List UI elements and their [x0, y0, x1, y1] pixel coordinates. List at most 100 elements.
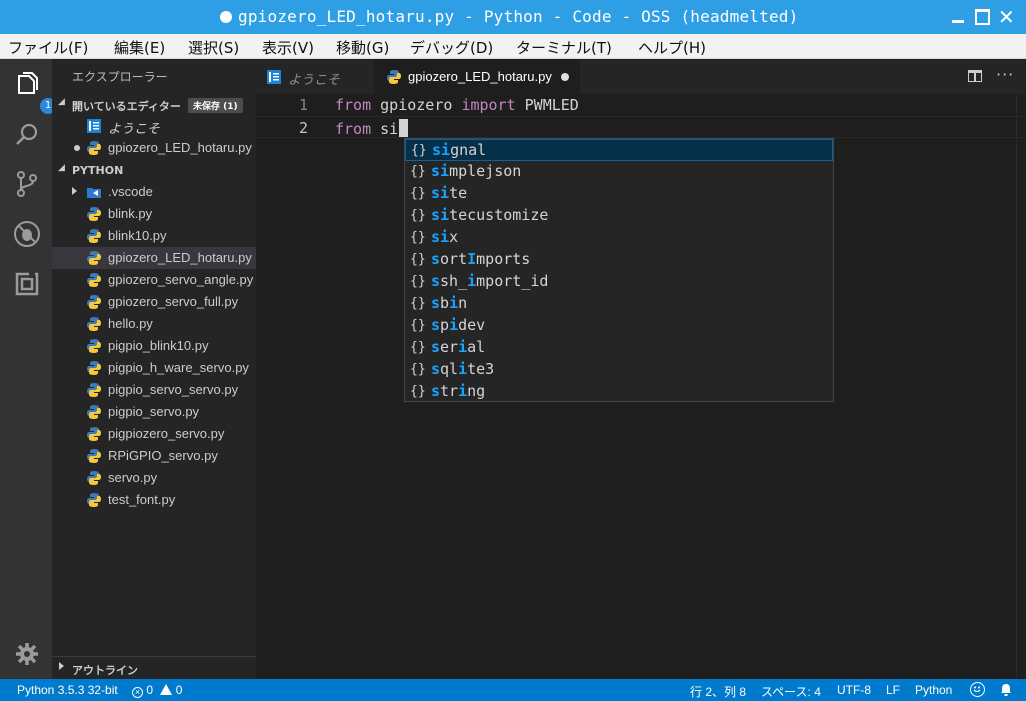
tree-item-label: gpiozero_LED_hotaru.py [108, 250, 252, 265]
tree-item-file[interactable]: hello.py [52, 313, 256, 335]
python-interpreter[interactable]: Python 3.5.3 32-bit [17, 683, 118, 697]
tree-item-label: servo.py [108, 470, 158, 485]
tree-item-file[interactable]: RPiGPIO_servo.py [52, 445, 256, 467]
suggestion-label: six [431, 228, 459, 246]
menu-edit[interactable]: 編集(E) [114, 37, 165, 58]
autocomplete-popup: {} signal {} simplejson {} site {} sitecustomiz… [404, 138, 834, 402]
welcome-icon [266, 69, 282, 85]
tree-item-file[interactable]: pigpiozero_servo.py [52, 423, 256, 445]
open-editors-header[interactable]: ◢ 開いているエディター 未保存 (1) [52, 94, 256, 116]
tree-item-file[interactable]: blink.py [52, 203, 256, 225]
maximize-button[interactable] [974, 8, 992, 26]
indentation[interactable]: スペース: 4 [761, 683, 821, 700]
suggestion-label: sbin [431, 294, 468, 312]
suggestion-item[interactable]: {} six [405, 227, 833, 249]
menu-file[interactable]: ファイル(F) [8, 37, 88, 58]
suggestion-label: serial [431, 338, 486, 356]
suggestion-item[interactable]: {} serial [405, 337, 833, 359]
cursor-position[interactable]: 行 2、列 8 [690, 683, 746, 700]
extensions-icon[interactable] [13, 270, 41, 298]
settings-gear-icon[interactable] [13, 640, 41, 668]
encoding[interactable]: UTF-8 [837, 683, 871, 697]
open-editor-hotaru[interactable]: gpiozero_LED_hotaru.py [52, 137, 256, 159]
suggestion-item[interactable]: {} signal [405, 139, 833, 161]
menu-selection[interactable]: 選択(S) [188, 37, 239, 58]
welcome-icon [86, 118, 102, 134]
tree-item-file[interactable]: pigpio_blink10.py [52, 335, 256, 357]
split-editor-icon[interactable] [968, 70, 982, 82]
python-file-icon [386, 69, 402, 85]
tree-item-vscode[interactable]: .vscode [52, 181, 256, 203]
tree-item-file[interactable]: gpiozero_LED_hotaru.py [52, 247, 256, 269]
open-editor-label: ようこそ [108, 121, 161, 136]
minimize-button[interactable] [950, 8, 968, 26]
module-icon: {} [410, 362, 426, 377]
editor-scrollbar[interactable] [1016, 94, 1026, 679]
module-icon: {} [410, 164, 426, 179]
tree-item-file[interactable]: gpiozero_servo_angle.py [52, 269, 256, 291]
more-actions-icon[interactable]: ··· [996, 65, 1014, 84]
suggestion-item[interactable]: {} site [405, 183, 833, 205]
suggestion-item[interactable]: {} ssh_import_id [405, 271, 833, 293]
suggestion-item[interactable]: {} sbin [405, 293, 833, 315]
title-bar: gpiozero_LED_hotaru.py - Python - Code -… [0, 0, 1026, 34]
module-icon: {} [410, 340, 426, 355]
suggestion-label: signal [432, 141, 487, 159]
tree-item-file[interactable]: pigpio_h_ware_servo.py [52, 357, 256, 379]
suggestion-item[interactable]: {} spidev [405, 315, 833, 337]
folder-python-header[interactable]: ◢ PYTHON [52, 160, 256, 182]
suggestion-item[interactable]: {} sqlite3 [405, 359, 833, 381]
menu-help[interactable]: ヘルプ(H) [638, 37, 706, 58]
suggestion-item[interactable]: {} string [405, 381, 833, 403]
module-icon: {} [410, 384, 426, 399]
tree-item-file[interactable]: pigpio_servo.py [52, 401, 256, 423]
unsaved-dot-icon[interactable] [561, 73, 569, 81]
module-icon: {} [411, 143, 427, 158]
python-file-icon [86, 338, 102, 354]
language-mode[interactable]: Python [915, 683, 952, 697]
unsaved-count-badge: 未保存 (1) [188, 98, 243, 113]
tree-item-file[interactable]: gpiozero_servo_full.py [52, 291, 256, 313]
python-file-icon [86, 470, 102, 486]
window-title: gpiozero_LED_hotaru.py - Python - Code -… [238, 7, 799, 26]
suggestion-item[interactable]: {} sitecustomize [405, 205, 833, 227]
code-text: from gpiozero import PWMLED [335, 96, 579, 114]
python-file-icon [86, 492, 102, 508]
chevron-right-icon [59, 662, 64, 670]
chevron-down-icon: ◢ [58, 97, 65, 107]
problems-indicator[interactable]: × 0 0 [132, 683, 182, 698]
feedback-smiley-icon[interactable] [970, 682, 985, 697]
python-file-icon [86, 316, 102, 332]
suggestion-item[interactable]: {} simplejson [405, 161, 833, 183]
suggestion-item[interactable]: {} sortImports [405, 249, 833, 271]
chevron-down-icon: ◢ [58, 163, 65, 173]
suggestion-label: simplejson [431, 162, 522, 180]
menu-debug[interactable]: デバッグ(D) [410, 37, 493, 58]
editor-tabs: ようこそ gpiozero_LED_hotaru.py ··· [256, 59, 1026, 94]
menu-go[interactable]: 移動(G) [336, 37, 389, 58]
python-file-icon [86, 250, 102, 266]
open-editor-welcome[interactable]: ようこそ [52, 115, 256, 137]
tree-item-file[interactable]: blink10.py [52, 225, 256, 247]
files-icon[interactable]: 1 [13, 71, 56, 114]
tree-item-label: pigpio_h_ware_servo.py [108, 360, 249, 375]
search-icon[interactable] [13, 121, 41, 149]
source-control-icon[interactable] [13, 170, 41, 198]
tree-item-file[interactable]: pigpio_servo_servo.py [52, 379, 256, 401]
debug-icon[interactable] [13, 220, 41, 248]
notifications-bell-icon[interactable] [1000, 683, 1012, 696]
close-button[interactable]: ✕ [998, 7, 1016, 27]
end-of-line[interactable]: LF [886, 683, 900, 697]
chevron-right-icon [72, 187, 77, 195]
outline-header[interactable]: アウトライン [52, 656, 256, 679]
unsaved-dot-icon [74, 145, 80, 151]
tree-item-label: hello.py [108, 316, 153, 331]
menu-terminal[interactable]: ターミナル(T) [516, 37, 612, 58]
menu-view[interactable]: 表示(V) [262, 37, 314, 58]
tree-item-file[interactable]: servo.py [52, 467, 256, 489]
tab-welcome[interactable]: ようこそ [256, 59, 374, 94]
code-line: 1 from gpiozero import PWMLED [256, 94, 1026, 116]
tree-item-file[interactable]: test_font.py [52, 489, 256, 511]
tree-item-label: gpiozero_servo_full.py [108, 294, 239, 309]
tab-gpiozero-led-hotaru[interactable]: gpiozero_LED_hotaru.py [374, 59, 580, 94]
